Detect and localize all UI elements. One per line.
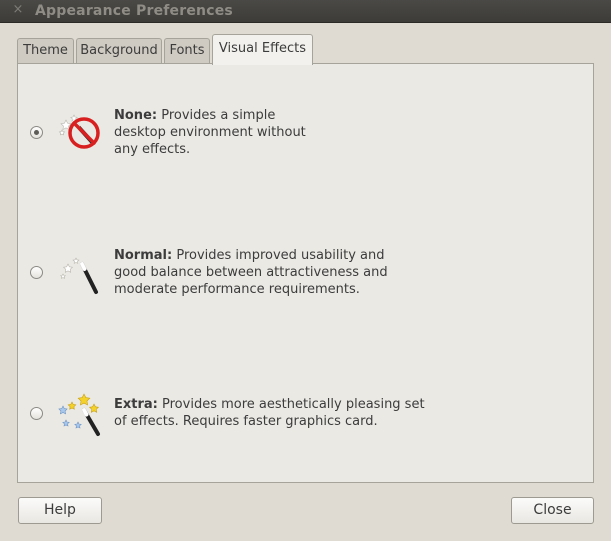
window-close-icon[interactable]: × xyxy=(10,2,26,18)
visual-effects-panel: None: Provides a simple desktop environm… xyxy=(17,63,594,483)
tab-visual-effects[interactable]: Visual Effects xyxy=(212,34,313,65)
effect-none-line-2: desktop environment without xyxy=(114,125,306,140)
no-effects-icon xyxy=(58,114,100,149)
effect-none-name: None: xyxy=(114,108,158,123)
sparkle-wand-icon xyxy=(58,393,100,436)
effect-normal-line-3: moderate performance requirements. xyxy=(114,282,360,297)
effect-normal-name: Normal: xyxy=(114,248,173,263)
window-title: Appearance Preferences xyxy=(35,3,233,19)
effect-extra-line-1: Provides more aesthetically pleasing set xyxy=(162,397,425,412)
radio-normal[interactable] xyxy=(30,266,43,279)
effect-option-none[interactable]: None: Provides a simple desktop environm… xyxy=(18,104,578,164)
window-titlebar: × Appearance Preferences xyxy=(0,0,611,23)
effect-option-normal[interactable]: Normal: Provides improved usability and … xyxy=(18,244,578,304)
effect-none-description: None: Provides a simple desktop environm… xyxy=(114,107,444,158)
effect-none-line-1: Provides a simple xyxy=(161,108,276,123)
radio-extra[interactable] xyxy=(30,407,43,420)
effect-extra-description: Extra: Provides more aesthetically pleas… xyxy=(114,396,444,430)
tab-background[interactable]: Background xyxy=(76,38,162,64)
radio-none[interactable] xyxy=(30,126,43,139)
close-button[interactable]: Close xyxy=(511,497,594,524)
tab-fonts[interactable]: Fonts xyxy=(164,38,210,64)
effect-normal-line-2: good balance between attractiveness and xyxy=(114,265,388,280)
effect-normal-line-1: Provides improved usability and xyxy=(176,248,385,263)
help-button[interactable]: Help xyxy=(18,497,102,524)
effect-option-extra[interactable]: Extra: Provides more aesthetically pleas… xyxy=(18,386,578,446)
tab-theme[interactable]: Theme xyxy=(17,38,74,64)
effect-extra-line-2: of effects. Requires faster graphics car… xyxy=(114,414,378,429)
magic-wand-icon xyxy=(60,257,98,294)
effect-extra-name: Extra: xyxy=(114,397,158,412)
effect-normal-description: Normal: Provides improved usability and … xyxy=(114,247,434,298)
effect-none-line-3: any effects. xyxy=(114,142,191,157)
